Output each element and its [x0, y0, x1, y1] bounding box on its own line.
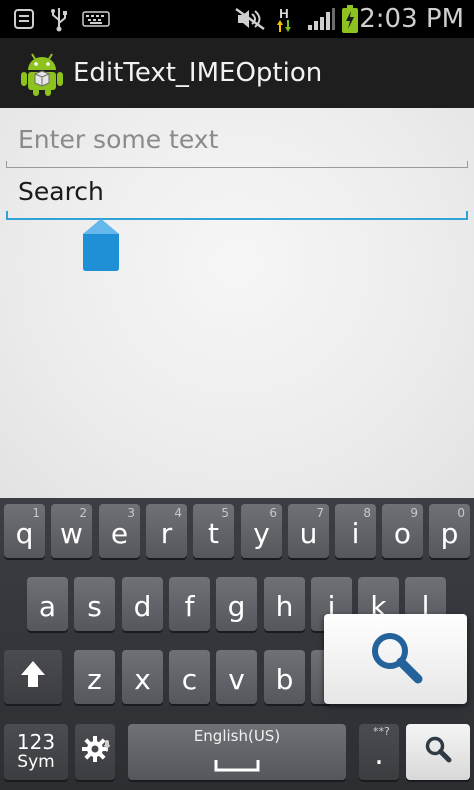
key-q[interactable]: 1q — [4, 504, 45, 558]
symbols-key-top-label: 123 — [16, 730, 56, 754]
key-label: z — [87, 662, 102, 696]
key-h[interactable]: h — [264, 577, 305, 631]
space-bar-icon — [214, 746, 260, 779]
symbols-key[interactable]: 123 Sym — [4, 724, 68, 780]
key-number-hint: 3 — [127, 506, 135, 520]
key-label: x — [134, 662, 151, 696]
key-o[interactable]: 9o — [382, 504, 423, 558]
text-cursor-handle[interactable] — [81, 218, 121, 272]
key-z[interactable]: z — [74, 650, 115, 704]
android-icon — [20, 50, 64, 96]
search-input[interactable]: Search — [6, 168, 468, 220]
key-label: h — [275, 589, 294, 623]
key-label: i — [351, 516, 360, 550]
key-label: d — [133, 589, 152, 623]
key-w[interactable]: 2w — [51, 504, 92, 558]
shift-icon — [19, 659, 47, 696]
key-number-hint: 7 — [316, 506, 324, 520]
key-y[interactable]: 6y — [241, 504, 282, 558]
key-f[interactable]: f — [169, 577, 210, 631]
network-type-label: H — [279, 5, 289, 21]
key-label: f — [184, 589, 195, 623]
key-number-hint: 2 — [79, 506, 87, 520]
key-p[interactable]: 0p — [429, 504, 470, 558]
shift-key[interactable] — [4, 650, 62, 704]
settings-key[interactable] — [75, 724, 115, 780]
content-area: Enter some text Search — [0, 108, 474, 498]
key-number-hint: 9 — [410, 506, 418, 520]
key-v[interactable]: v — [216, 650, 257, 704]
mute-icon — [234, 6, 266, 32]
signal-icon — [306, 6, 336, 32]
period-key-hint: **? — [373, 725, 390, 738]
key-s[interactable]: s — [74, 577, 115, 631]
key-label: q — [15, 516, 34, 550]
key-label: t — [208, 516, 219, 550]
key-x[interactable]: x — [122, 650, 163, 704]
search-icon — [424, 735, 452, 770]
key-number-hint: 8 — [363, 506, 371, 520]
period-key-label: . — [374, 736, 384, 772]
key-preview-popup — [324, 614, 467, 704]
text-input[interactable]: Enter some text — [6, 116, 468, 168]
key-label: c — [181, 662, 198, 696]
key-label: s — [87, 589, 102, 623]
key-label: u — [299, 516, 318, 550]
key-number-hint: 5 — [221, 506, 229, 520]
battery-charging-icon — [340, 5, 360, 33]
key-label: w — [60, 516, 83, 550]
action-bar: EditText_IMEOption — [0, 38, 474, 108]
key-label: e — [110, 516, 129, 550]
key-label: y — [253, 516, 270, 550]
h-data-icon: H — [274, 6, 294, 32]
key-number-hint: 6 — [269, 506, 277, 520]
space-key-language-label: English(US) — [193, 726, 281, 745]
app-title: EditText_IMEOption — [73, 58, 323, 88]
key-label: o — [393, 516, 412, 550]
space-key[interactable]: English(US) — [128, 724, 346, 780]
status-time: 2:03 PM — [359, 4, 464, 34]
search-icon — [367, 628, 425, 691]
key-b[interactable]: b — [264, 650, 305, 704]
notification-list-icon — [12, 6, 36, 32]
key-c[interactable]: c — [169, 650, 210, 704]
key-r[interactable]: 4r — [146, 504, 187, 558]
key-number-hint: 4 — [174, 506, 182, 520]
key-a[interactable]: a — [27, 577, 68, 631]
key-i[interactable]: 8i — [335, 504, 376, 558]
keyboard-icon — [82, 6, 110, 32]
period-key[interactable]: **? . — [359, 724, 399, 780]
key-label: v — [228, 662, 245, 696]
key-label: b — [275, 662, 294, 696]
key-number-hint: 0 — [457, 506, 465, 520]
microphone-icon — [103, 726, 111, 759]
symbols-key-bottom-label: Sym — [17, 752, 55, 772]
key-label: g — [227, 589, 246, 623]
key-label: p — [440, 516, 459, 550]
key-label: a — [38, 589, 57, 623]
status-bar: H 2:03 PM — [0, 0, 474, 38]
key-t[interactable]: 5t — [193, 504, 234, 558]
search-action-key[interactable] — [406, 724, 470, 780]
key-d[interactable]: d — [122, 577, 163, 631]
key-e[interactable]: 3e — [99, 504, 140, 558]
usb-icon — [48, 6, 70, 32]
key-u[interactable]: 7u — [288, 504, 329, 558]
key-label: r — [160, 516, 173, 550]
key-number-hint: 1 — [32, 506, 40, 520]
key-g[interactable]: g — [216, 577, 257, 631]
